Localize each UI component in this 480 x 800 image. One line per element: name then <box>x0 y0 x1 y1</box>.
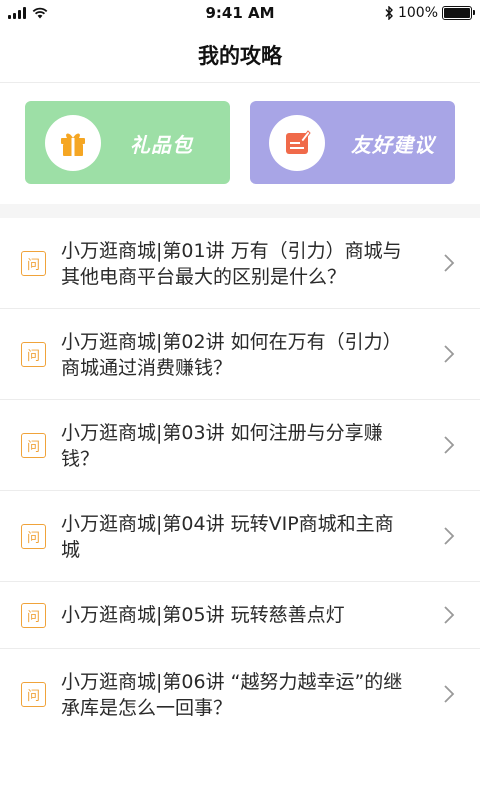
chevron-right-icon <box>444 254 455 272</box>
page-title: 我的攻略 <box>198 44 282 68</box>
chevron-right-icon <box>444 606 455 624</box>
chevron-right-icon <box>444 527 455 545</box>
header-divider <box>0 82 480 83</box>
question-icon: 问 <box>21 433 46 458</box>
section-gap <box>0 204 480 218</box>
question-icon: 问 <box>21 603 46 628</box>
question-icon: 问 <box>21 682 46 707</box>
list-item[interactable]: 问 小万逛商城|第02讲 如何在万有（引力） 商城通过消费赚钱？ <box>0 309 480 400</box>
status-right: 100% <box>384 5 475 21</box>
bluetooth-icon <box>385 6 393 20</box>
article-title: 小万逛商城|第04讲 玩转VIP商城和主商 城 <box>61 513 394 561</box>
article-title: 小万逛商城|第03讲 如何注册与分享赚 钱？ <box>61 422 383 470</box>
article-title: 小万逛商城|第02讲 如何在万有（引力） 商城通过消费赚钱？ <box>61 331 402 379</box>
gift-icon <box>61 133 85 156</box>
chevron-right-icon <box>444 345 455 363</box>
question-icon: 问 <box>21 251 46 276</box>
list-item[interactable]: 问 小万逛商城|第01讲 万有（引力）商城与 其他电商平台最大的区别是什么？ <box>0 218 480 309</box>
list-item[interactable]: 问 小万逛商城|第06讲 “越努力越幸运”的继 承库是怎么一回事？ <box>0 649 480 740</box>
note-icon <box>286 130 311 154</box>
list-item[interactable]: 问 小万逛商城|第04讲 玩转VIP商城和主商 城 <box>0 491 480 582</box>
gift-pack-card[interactable]: 礼品包 <box>25 101 230 184</box>
chevron-right-icon <box>444 685 455 703</box>
note-icon-circle <box>269 115 325 171</box>
gift-pack-label: 礼品包 <box>130 133 193 157</box>
article-title: 小万逛商城|第01讲 万有（引力）商城与 其他电商平台最大的区别是什么？ <box>61 240 402 288</box>
question-icon: 问 <box>21 524 46 549</box>
gift-icon-circle <box>45 115 101 171</box>
battery-icon <box>442 6 475 20</box>
question-icon: 问 <box>21 342 46 367</box>
suggestion-card[interactable]: 友好建议 <box>250 101 455 184</box>
article-title: 小万逛商城|第05讲 玩转慈善点灯 <box>61 604 345 626</box>
article-title: 小万逛商城|第06讲 “越努力越幸运”的继 承库是怎么一回事？ <box>61 671 403 719</box>
list-item[interactable]: 问 小万逛商城|第05讲 玩转慈善点灯 <box>0 582 480 649</box>
status-bar: 9:41 AM 100% <box>0 0 480 28</box>
chevron-right-icon <box>444 436 455 454</box>
suggestion-label: 友好建议 <box>351 133 435 157</box>
list-item[interactable]: 问 小万逛商城|第03讲 如何注册与分享赚 钱？ <box>0 400 480 491</box>
battery-percent: 100% <box>397 5 438 21</box>
